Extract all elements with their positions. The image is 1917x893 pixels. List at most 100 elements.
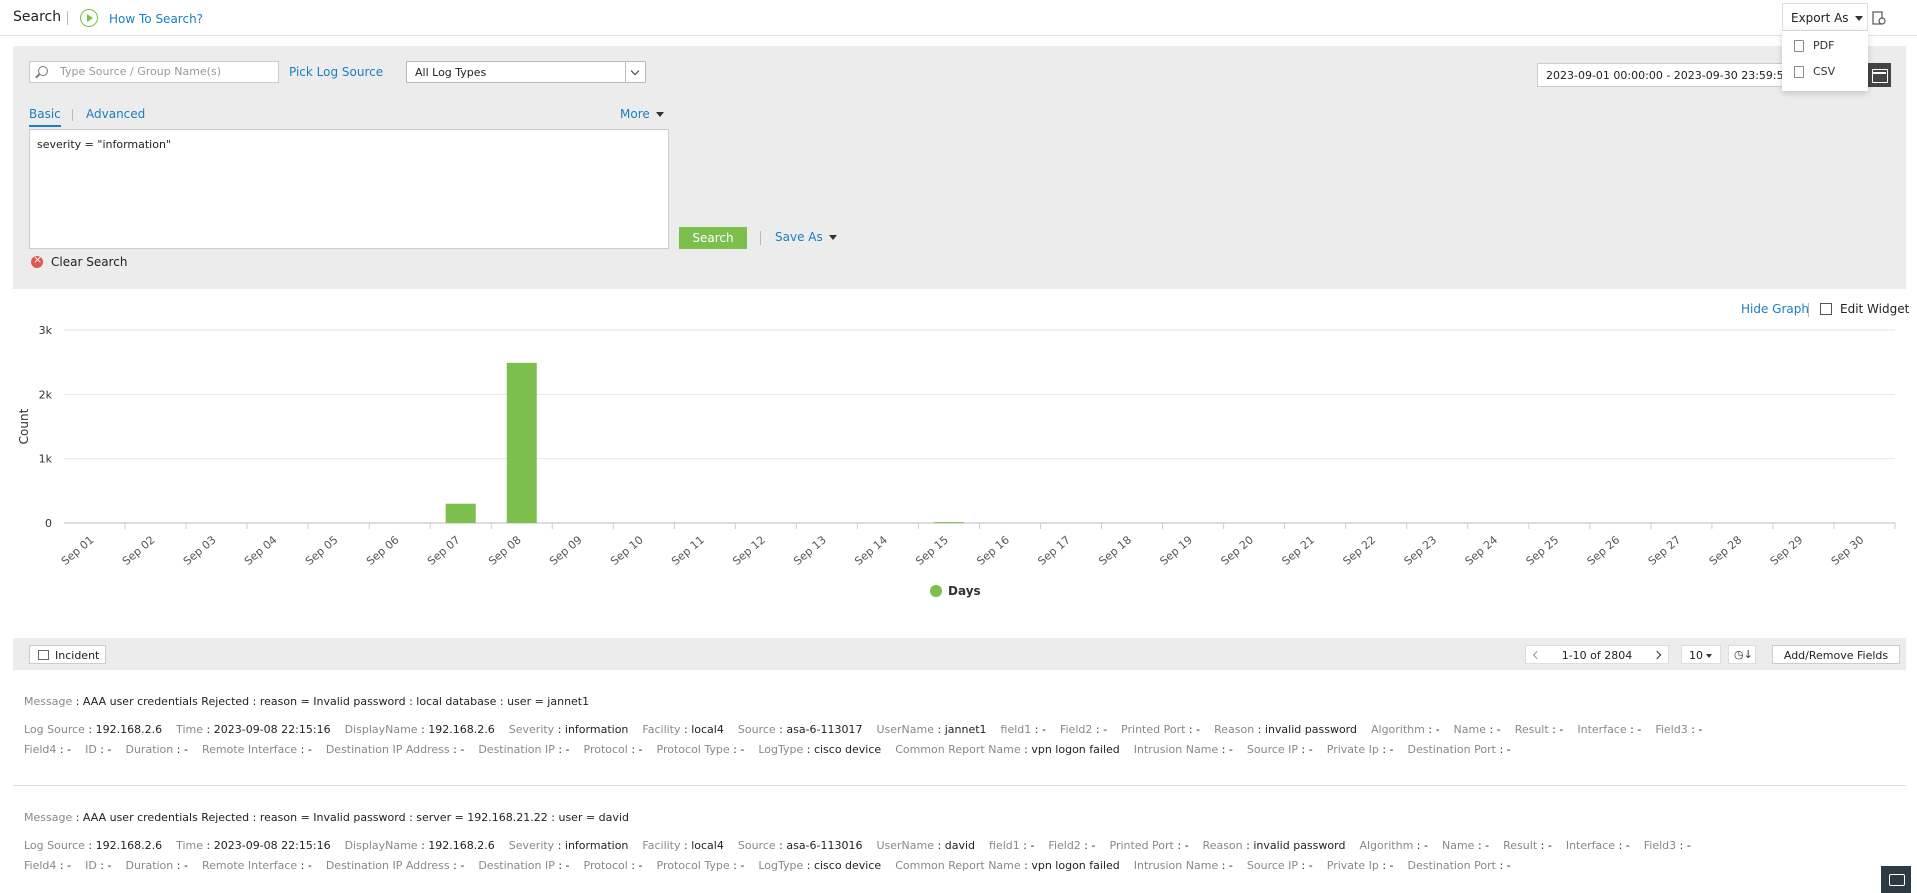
log-type-select[interactable]: All Log Types: [406, 61, 646, 83]
save-as-menu[interactable]: Save As: [775, 230, 837, 244]
field-value: -: [183, 743, 188, 756]
field-value: -: [1030, 839, 1035, 852]
field-value: information: [564, 723, 629, 736]
sort-time-button[interactable]: ◷↓: [1728, 645, 1756, 664]
x-tick-label: Sep 15: [913, 533, 951, 568]
export-as-button[interactable]: Export As: [1782, 3, 1868, 31]
x-tick-label: Sep 21: [1279, 533, 1317, 568]
legend-label-days[interactable]: Days: [948, 584, 981, 598]
save-as-label: Save As: [775, 230, 823, 244]
field-value: -: [740, 743, 745, 756]
log-field: Destination Port : -: [1408, 743, 1511, 756]
field-value: -: [1228, 859, 1233, 872]
field-value: -: [1506, 743, 1511, 756]
field-label: Field4: [24, 859, 57, 872]
x-tick-label: Sep 16: [974, 533, 1012, 568]
field-label: Algorithm: [1370, 723, 1425, 736]
search-button[interactable]: Search: [679, 227, 747, 249]
log-source-input[interactable]: Type Source / Group Name(s): [29, 61, 279, 83]
field-separator: :: [1019, 839, 1031, 852]
export-file-icon[interactable]: [1872, 11, 1886, 25]
field-label: field1: [989, 839, 1020, 852]
log-field: Time : 2023-09-08 22:15:16: [176, 723, 330, 736]
log-message: AAA user credentials Rejected : reason =…: [82, 811, 629, 824]
field-separator: :: [554, 723, 565, 736]
chevron-right-icon[interactable]: [1652, 650, 1662, 660]
count-bar-chart: 0 1k 2k 3k Count Sep 01 Sep 02 Sep 03 Sep 04 Sep …: [17, 324, 1896, 568]
chevron-left-icon[interactable]: [1532, 650, 1542, 660]
field-value: -: [1308, 743, 1313, 756]
tab-advanced[interactable]: Advanced: [86, 107, 145, 121]
log-field: Private Ip : -: [1327, 859, 1394, 872]
log-field: Log Source : 192.168.2.6: [24, 723, 162, 736]
export-csv-option[interactable]: CSV: [1794, 65, 1835, 81]
query-textarea[interactable]: severity = "information": [29, 129, 669, 249]
field-label: Intrusion Name: [1133, 743, 1219, 756]
field-separator: :: [417, 723, 429, 736]
field-label: Message: [24, 811, 73, 824]
x-tick-label: Sep 27: [1646, 533, 1684, 568]
x-tick-label: Sep 09: [547, 533, 585, 568]
log-fields-line: Field4 : - ID : - Duration : - Remote Inter…: [24, 859, 1525, 872]
field-label: Message: [24, 695, 73, 708]
field-separator: :: [84, 723, 96, 736]
log-field: Source : asa-6-113017: [738, 723, 863, 736]
x-tick-label: Sep 03: [181, 533, 219, 568]
chevron-down-icon[interactable]: [625, 62, 645, 82]
legend-swatch-days[interactable]: [930, 585, 942, 597]
play-circle-icon[interactable]: [80, 9, 98, 27]
field-value: -: [1625, 839, 1630, 852]
log-field: Result : -: [1515, 723, 1564, 736]
incident-button[interactable]: Incident: [29, 645, 106, 664]
log-field: Remote Interface : -: [202, 743, 312, 756]
clear-search-link[interactable]: Clear Search: [51, 255, 127, 269]
close-circle-icon[interactable]: [31, 253, 43, 268]
pick-log-source-link[interactable]: Pick Log Source: [289, 65, 383, 79]
edit-widget-icon[interactable]: [1820, 303, 1832, 315]
field-label: Time: [176, 839, 204, 852]
chat-icon[interactable]: [1881, 866, 1911, 893]
field-separator: :: [96, 743, 108, 756]
log-field: DisplayName : 192.168.2.6: [345, 839, 495, 852]
field-value: cisco device: [813, 859, 882, 872]
log-field: Field2 : -: [1048, 839, 1095, 852]
add-remove-fields-button[interactable]: Add/Remove Fields: [1772, 645, 1900, 664]
field-separator: :: [627, 743, 639, 756]
log-field: Protocol Type : -: [657, 743, 745, 756]
bar: [445, 503, 476, 523]
field-separator: :: [803, 743, 814, 756]
export-pdf-option[interactable]: PDF: [1794, 39, 1834, 55]
date-range-input[interactable]: 2023-09-01 00:00:00 - 2023-09-30 23:59:5…: [1537, 63, 1787, 87]
divider: [13, 785, 1906, 786]
field-separator: :: [1242, 839, 1254, 852]
x-tick-label: Sep 17: [1035, 533, 1073, 568]
x-tick-label: Sep 10: [608, 533, 646, 568]
pagination: 1-10 of 2804: [1525, 645, 1669, 664]
field-value: -: [67, 743, 72, 756]
hide-graph-link[interactable]: Hide Graph: [1741, 302, 1809, 316]
chevron-down-icon: [828, 235, 837, 240]
x-tick-label: Sep 14: [852, 533, 890, 568]
more-menu[interactable]: More: [620, 107, 664, 121]
divider: [1808, 303, 1809, 317]
field-value: -: [1103, 723, 1108, 736]
field-separator: :: [1537, 839, 1548, 852]
field-value: asa-6-113017: [786, 723, 863, 736]
chevron-down-icon: [1706, 654, 1712, 658]
edit-widget-link[interactable]: Edit Widget: [1840, 302, 1909, 316]
field-separator: :: [84, 839, 96, 852]
log-field: Field3 : -: [1644, 839, 1691, 852]
more-label: More: [620, 107, 650, 121]
field-value: -: [638, 859, 643, 872]
incident-label: Incident: [55, 649, 100, 662]
tab-basic[interactable]: Basic: [29, 107, 61, 127]
calendar-icon[interactable]: [1867, 63, 1891, 87]
per-page-select[interactable]: 10: [1681, 645, 1721, 664]
export-as-label: Export As: [1791, 11, 1849, 25]
x-tick-label: Sep 02: [120, 533, 158, 568]
log-field: field1 : -: [989, 839, 1034, 852]
field-value: -: [1698, 723, 1703, 736]
field-value: -: [1686, 839, 1691, 852]
how-to-search-link[interactable]: How To Search?: [109, 12, 203, 26]
top-bar: Search How To Search? Export As: [0, 0, 1917, 36]
